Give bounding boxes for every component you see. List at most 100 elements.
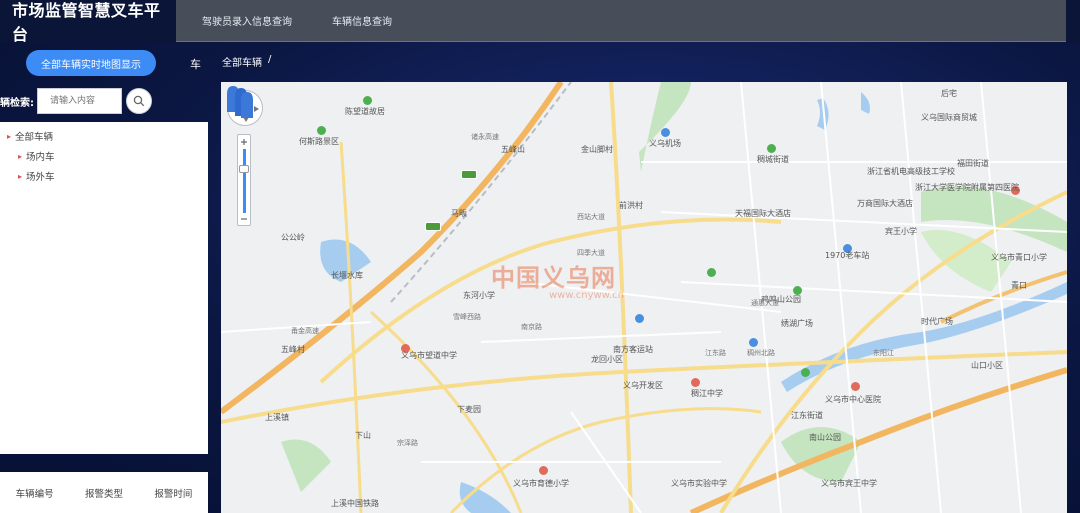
vehicle-label: 车 bbox=[190, 58, 201, 71]
map-label-central-hospital: 义乌市中心医院 bbox=[825, 395, 881, 404]
map-label-zhedasiyuan: 浙江大学医学院附属第四医院 bbox=[915, 183, 1019, 192]
park-icon bbox=[317, 126, 326, 135]
tree-node-outside[interactable]: ▸ 场外车 bbox=[0, 166, 208, 186]
map-label-qingkou-school: 义乌市青口小学 bbox=[991, 253, 1047, 262]
tree-node-all[interactable]: ▸ 全部车辆 bbox=[0, 126, 208, 146]
vehicle-tree: ▸ 全部车辆 ▸ 场内车 ▸ 场外车 bbox=[0, 122, 208, 454]
map-label-jinshan: 金山脚村 bbox=[581, 145, 613, 154]
map-label-jiangdong: 江东街道 bbox=[791, 411, 823, 420]
map-label-tianfu: 天福国际大酒店 bbox=[735, 209, 791, 218]
map-label-shankou: 山口小区 bbox=[971, 361, 1003, 370]
map-base-layer bbox=[221, 82, 1067, 513]
zoom-knob[interactable] bbox=[239, 165, 249, 173]
map-label-jidian: 浙江省机电高级技工学校 bbox=[867, 167, 955, 176]
column-alarm-time[interactable]: 报警时间 bbox=[154, 486, 192, 500]
map-label-wufengcun: 五峰村 bbox=[281, 345, 305, 354]
realtime-map-button[interactable]: 全部车辆实时地图显示 bbox=[26, 50, 156, 76]
map-label-qingkou: 青口 bbox=[1011, 281, 1027, 290]
station-icon bbox=[749, 338, 758, 347]
top-nav: 驾驶员录入信息查询 车辆信息查询 bbox=[176, 0, 1066, 42]
map-label-wanshang: 万商国际大酒店 bbox=[857, 199, 913, 208]
zoom-out-icon[interactable] bbox=[238, 213, 250, 225]
park-icon bbox=[707, 268, 716, 277]
park-icon bbox=[801, 368, 810, 377]
vehicle-marker-icon[interactable] bbox=[221, 82, 257, 122]
alarm-table-header: 车辆编号 报警类型 报警时间 bbox=[0, 472, 208, 513]
map-label-nanshan: 南山公园 bbox=[809, 433, 841, 442]
tree-dot-icon: ▸ bbox=[7, 131, 12, 141]
road-label-xuefeng: 雪峰西路 bbox=[453, 313, 481, 321]
park-icon bbox=[363, 96, 372, 105]
map-label-houzhai: 后宅 bbox=[941, 89, 957, 98]
map-label-dev-zone: 义乌开发区 bbox=[623, 381, 663, 390]
road-label-jiangdong: 江东路 bbox=[705, 349, 726, 357]
map-label-binwang-middle: 义乌市宾王中学 bbox=[821, 479, 877, 488]
top-header: 市场监管智慧叉车平台 驾驶员录入信息查询 车辆信息查询 bbox=[0, 0, 1080, 44]
tree-dot-icon: ▸ bbox=[18, 151, 23, 161]
zoom-in-icon[interactable] bbox=[238, 136, 250, 148]
tree-node-label: 场外车 bbox=[26, 172, 55, 183]
breadcrumb-separator: / bbox=[268, 54, 272, 65]
map-label-chouche: 稠城街道 bbox=[757, 155, 789, 164]
road-label-tonghui: 通惠大道 bbox=[751, 299, 779, 307]
school-icon bbox=[539, 466, 548, 475]
nav-driver-query[interactable]: 驾驶员录入信息查询 bbox=[176, 13, 306, 28]
map-label-wufengshan: 五峰山 bbox=[501, 145, 525, 154]
zoom-track bbox=[243, 149, 246, 213]
map-label-commerce-city: 义乌国际商贸城 bbox=[921, 113, 977, 122]
map-label-qianhong: 前洪村 bbox=[619, 201, 643, 210]
breadcrumb-all-vehicles[interactable]: 全部车辆 bbox=[222, 54, 262, 69]
map-label-gonggongling: 公公岭 bbox=[281, 233, 305, 242]
map-view[interactable]: 义乌机场 稠城街道 江东街道 福田街道 南方客运站 义乌开发区 稠江中学 义乌市… bbox=[221, 82, 1067, 513]
tree-node-label: 全部车辆 bbox=[15, 132, 54, 143]
map-label-longhui: 龙回小区 bbox=[591, 355, 623, 364]
airport-icon bbox=[661, 128, 670, 137]
school-icon bbox=[691, 378, 700, 387]
road-label-dongyangjiang: 东阳江 bbox=[873, 349, 894, 357]
map-label-wangdao: 义乌市望道中学 bbox=[401, 351, 457, 360]
map-label-xiamaiyuan: 下麦园 bbox=[457, 405, 481, 414]
map-label-xiashan: 下山 bbox=[355, 431, 371, 440]
road-label-chouzhou: 稠州北路 bbox=[747, 349, 775, 357]
map-label-yude: 义乌市育德小学 bbox=[513, 479, 569, 488]
column-alarm-type[interactable]: 报警类型 bbox=[85, 486, 123, 500]
column-vehicle-number[interactable]: 车辆编号 bbox=[16, 486, 54, 500]
map-label-futian: 福田街道 bbox=[957, 159, 989, 168]
vehicle-search: 辆检索: bbox=[0, 86, 208, 116]
map-watermark: 中国义乌网 bbox=[491, 264, 616, 292]
map-label-shangxi: 上溪镇 bbox=[265, 413, 289, 422]
hospital-icon bbox=[851, 382, 860, 391]
map-label-shiyan: 义乌市实验中学 bbox=[671, 479, 727, 488]
map-label-shidai: 时代广场 bbox=[921, 317, 953, 326]
road-label-siji: 四季大道 bbox=[577, 249, 605, 257]
highway-shield-icon bbox=[461, 170, 477, 179]
road-label-zhuyong: 诸永高速 bbox=[471, 133, 499, 141]
search-label: 辆检索: bbox=[0, 97, 34, 109]
map-label-mafan: 马畈 bbox=[451, 209, 467, 218]
tree-dot-icon: ▸ bbox=[18, 171, 23, 181]
breadcrumb: 全部车辆 / bbox=[222, 54, 271, 69]
map-label-chenwangdao: 陈望道故居 bbox=[345, 107, 385, 116]
station-icon bbox=[635, 314, 644, 323]
map-label-airport: 义乌机场 bbox=[649, 139, 681, 148]
road-label-nanjing: 南京路 bbox=[521, 323, 542, 331]
tree-node-inside[interactable]: ▸ 场内车 bbox=[0, 146, 208, 166]
tree-node-label: 场内车 bbox=[26, 152, 55, 163]
nav-vehicle-query[interactable]: 车辆信息查询 bbox=[306, 13, 406, 28]
road-label-zongze: 宗泽路 bbox=[397, 439, 418, 447]
map-label-shangxi-rail: 上溪中国铁路 bbox=[331, 499, 379, 508]
map-label-choujiang: 稠江中学 bbox=[691, 389, 723, 398]
map-watermark-url: www.cnyww.cn bbox=[549, 290, 625, 301]
road-label-yongjin: 甬金高速 bbox=[291, 327, 319, 335]
map-label-1970: 1970老车站 bbox=[825, 251, 870, 260]
map-label-hesilu: 何斯路景区 bbox=[299, 137, 339, 146]
map-zoom-slider[interactable] bbox=[237, 134, 251, 226]
highway-shield-icon bbox=[425, 222, 441, 231]
search-input[interactable] bbox=[37, 88, 122, 114]
map-label-changyan: 长堰水库 bbox=[331, 271, 363, 280]
app-title: 市场监管智慧叉车平台 bbox=[0, 0, 176, 44]
park-icon bbox=[767, 144, 776, 153]
search-button[interactable] bbox=[126, 88, 152, 114]
search-icon bbox=[133, 95, 145, 107]
road-label-xizhan: 西站大道 bbox=[577, 213, 605, 221]
